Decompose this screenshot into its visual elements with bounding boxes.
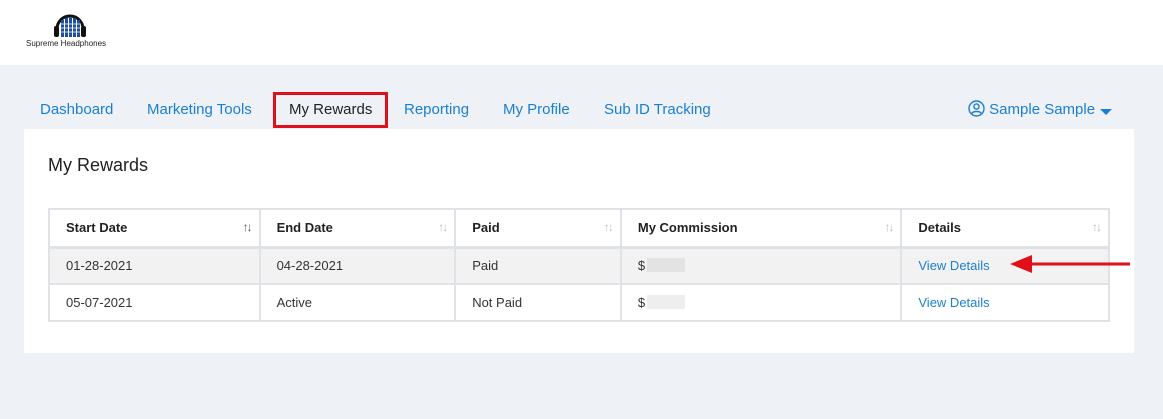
table-row: 01-28-2021 04-28-2021 Paid $ View Detail… — [48, 246, 1110, 285]
nav-reporting[interactable]: Reporting — [404, 92, 469, 128]
cell-commission: $ — [619, 246, 903, 285]
column-label: My Commission — [637, 220, 738, 236]
nav-sub-id-tracking[interactable]: Sub ID Tracking — [604, 92, 711, 128]
currency-symbol: $ — [637, 295, 646, 310]
column-start-date[interactable]: Start Date ↑↓ — [48, 208, 261, 249]
redacted-amount — [647, 258, 686, 273]
column-label: Start Date — [66, 220, 128, 236]
column-label: End Date — [276, 220, 333, 236]
column-label: Paid — [472, 220, 500, 236]
nav-my-rewards[interactable]: My Rewards — [273, 92, 389, 128]
cell-start-date: 01-28-2021 — [48, 246, 261, 285]
top-bar: Supreme Headphones — [0, 0, 1163, 65]
cell-paid: Paid — [454, 246, 622, 285]
user-menu[interactable]: Sample Sample — [968, 92, 1113, 128]
sort-icon[interactable]: ↑↓ — [884, 220, 894, 234]
column-paid[interactable]: Paid ↑↓ — [454, 208, 622, 249]
user-name: Sample Sample — [989, 101, 1096, 118]
cell-end-date: Active — [258, 283, 457, 322]
column-end-date[interactable]: End Date ↑↓ — [258, 208, 457, 249]
rewards-card: My Rewards Start Date ↑↓ End Date ↑↓ Pai… — [24, 129, 1134, 353]
nav-dashboard[interactable]: Dashboard — [40, 92, 113, 128]
cell-paid: Not Paid — [454, 283, 622, 322]
column-my-commission[interactable]: My Commission ↑↓ — [619, 208, 903, 249]
sort-icon[interactable]: ↑↓ — [243, 220, 253, 234]
view-details-link[interactable]: View Details — [918, 295, 989, 310]
currency-symbol: $ — [637, 258, 646, 274]
brand-logo[interactable]: Supreme Headphones — [26, 11, 116, 51]
cell-end-date: 04-28-2021 — [258, 246, 457, 285]
user-circle-icon — [968, 100, 985, 117]
redacted-amount — [647, 295, 686, 309]
table-header-row: Start Date ↑↓ End Date ↑↓ Paid ↑↓ My Com… — [48, 208, 1110, 249]
cell-details: View Details — [900, 283, 1110, 322]
main-nav: Dashboard Marketing Tools My Rewards Rep… — [0, 92, 1163, 128]
annotation-arrow-icon — [1010, 255, 1130, 273]
nav-my-profile[interactable]: My Profile — [503, 92, 570, 128]
brand-name: Supreme Headphones — [26, 39, 107, 48]
sort-icon[interactable]: ↑↓ — [438, 220, 448, 234]
caret-down-icon — [1100, 109, 1113, 115]
cell-start-date: 05-07-2021 — [48, 283, 261, 322]
table-row: 05-07-2021 Active Not Paid $ View Detail… — [48, 283, 1110, 322]
sort-icon[interactable]: ↑↓ — [604, 220, 614, 234]
headphones-equalizer-icon — [54, 14, 86, 37]
page-title: My Rewards — [48, 155, 149, 175]
sort-icon[interactable]: ↑↓ — [1092, 220, 1102, 234]
view-details-link[interactable]: View Details — [918, 258, 989, 273]
nav-marketing-tools[interactable]: Marketing Tools — [147, 92, 252, 128]
cell-commission: $ — [619, 283, 903, 322]
column-label: Details — [918, 220, 962, 236]
column-details[interactable]: Details ↑↓ — [900, 208, 1110, 249]
rewards-table: Start Date ↑↓ End Date ↑↓ Paid ↑↓ My Com… — [48, 208, 1110, 322]
